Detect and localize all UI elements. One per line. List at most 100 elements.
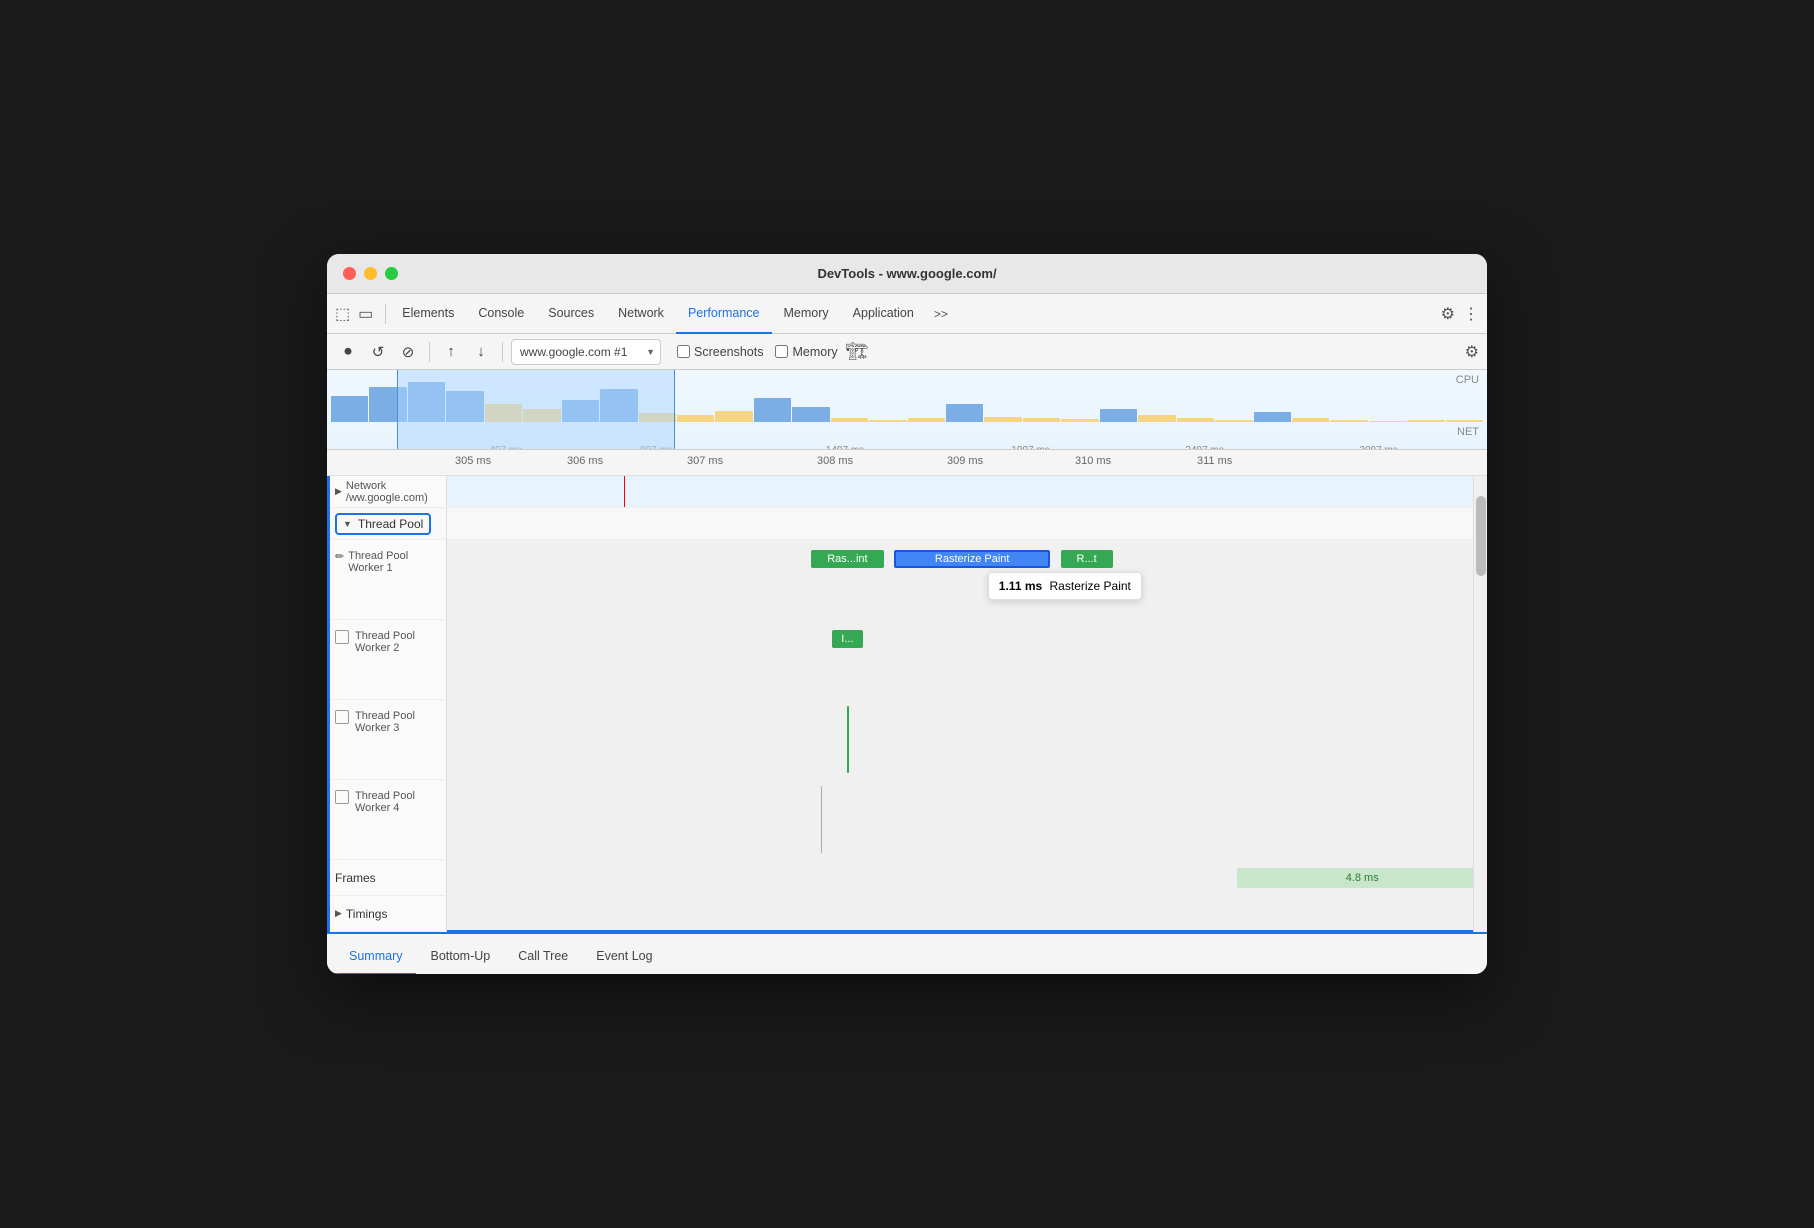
tab-event-log[interactable]: Event Log (582, 938, 666, 974)
worker2-label-cell: Thread Pool Worker 2 (327, 620, 447, 700)
frames-track[interactable]: 4.8 ms (447, 860, 1487, 896)
thread-pool-header-track[interactable] (447, 508, 1487, 540)
task-bar-rasterize-paint[interactable]: Rasterize Paint (894, 550, 1050, 568)
network-label-cell: ▶ Network /ww.google.com) (327, 476, 447, 508)
settings-icon[interactable]: ⚙ (1441, 304, 1455, 324)
worker1-row: ✏ Thread Pool Worker 1 Ras...int Rasteri… (327, 540, 1487, 620)
ruler-tick-310: 310 ms (1075, 455, 1111, 467)
traffic-lights (343, 267, 398, 280)
tab-gear-area: ⚙ ⋮ (1441, 304, 1479, 324)
thread-pool-header-box[interactable]: ▼ Thread Pool (335, 513, 431, 535)
ruler-tick-306: 306 ms (567, 455, 603, 467)
worker3-label-cell: Thread Pool Worker 3 (327, 700, 447, 780)
tab-network[interactable]: Network (606, 294, 676, 334)
pencil-icon[interactable]: ✏ (335, 550, 344, 563)
tooltip: 1.11 ms Rasterize Paint (988, 572, 1142, 600)
more-options-icon[interactable]: ⋮ (1463, 304, 1479, 324)
task-bar-ras-int[interactable]: Ras...int (811, 550, 884, 568)
devtools-window: DevTools - www.google.com/ ⬚ ▭ Elements … (327, 254, 1487, 974)
close-button[interactable] (343, 267, 356, 280)
worker4-row: Thread Pool Worker 4 (327, 780, 1487, 860)
frames-bar[interactable]: 4.8 ms (1237, 868, 1487, 888)
reload-button[interactable]: ↺ (365, 339, 391, 365)
toolbar-divider-2 (502, 342, 503, 362)
worker3-track[interactable] (447, 700, 1487, 780)
tab-performance[interactable]: Performance (676, 294, 772, 334)
scrollbar-thumb[interactable] (1476, 496, 1486, 576)
timings-label-cell: ▶ Timings (327, 896, 447, 932)
worker1-label: Thread Pool Worker 1 (348, 550, 438, 574)
timeline-overview[interactable]: 497 ms 997 ms 1497 ms 1997 ms 2497 ms 29… (327, 370, 1487, 450)
record-button[interactable]: ⏺ (335, 339, 361, 365)
tab-console[interactable]: Console (466, 294, 536, 334)
frames-label: Frames (335, 871, 376, 885)
tab-call-tree[interactable]: Call Tree (504, 938, 582, 974)
worker3-label: Thread Pool Worker 3 (355, 710, 438, 734)
memory-checkbox[interactable] (775, 345, 788, 358)
network-label: Network /ww.google.com) (346, 480, 438, 504)
url-select-wrapper: www.google.com #1 (511, 339, 661, 365)
minimize-button[interactable] (364, 267, 377, 280)
download-button[interactable]: ↓ (468, 339, 494, 365)
timings-row: ▶ Timings (327, 896, 1487, 932)
screenshots-checkbox-label[interactable]: Screenshots (677, 345, 763, 359)
ruler-tick-307: 307 ms (687, 455, 723, 467)
thread-pool-header-row: ▼ Thread Pool (327, 508, 1487, 540)
network-chevron-icon[interactable]: ▶ (335, 486, 342, 497)
task-dot-worker3 (847, 706, 849, 773)
screenshots-checkbox[interactable] (677, 345, 690, 358)
ruler-tick-308: 308 ms (817, 455, 853, 467)
task-bar-worker2[interactable]: I... (832, 630, 863, 648)
timings-track[interactable] (447, 896, 1487, 932)
thread-pool-label: Thread Pool (358, 517, 423, 531)
worker1-track[interactable]: Ras...int Rasterize Paint R...t 1.11 ms … (447, 540, 1487, 620)
worker2-track[interactable]: I... (447, 620, 1487, 700)
toolbar-divider-1 (429, 342, 430, 362)
thread-pool-chevron-icon[interactable]: ▼ (343, 519, 352, 529)
worker2-icon (335, 630, 349, 644)
clear-button[interactable]: ⊘ (395, 339, 421, 365)
tooltip-label: Rasterize Paint (1050, 579, 1131, 593)
maximize-button[interactable] (385, 267, 398, 280)
tab-summary[interactable]: Summary (335, 938, 416, 974)
tab-memory[interactable]: Memory (772, 294, 841, 334)
scrollbar[interactable] (1473, 476, 1487, 932)
capture-icon[interactable]: 🏗 (846, 341, 869, 362)
url-select[interactable]: www.google.com #1 (511, 339, 661, 365)
timings-label: Timings (346, 907, 388, 921)
timeline-ruler: 305 ms 306 ms 307 ms 308 ms 309 ms 310 m… (327, 450, 1487, 476)
worker4-track[interactable] (447, 780, 1487, 860)
timings-chevron-icon[interactable]: ▶ (335, 908, 342, 919)
memory-checkbox-label[interactable]: Memory (775, 345, 837, 359)
window-title: DevTools - www.google.com/ (817, 266, 996, 281)
worker1-label-cell: ✏ Thread Pool Worker 1 (327, 540, 447, 620)
tooltip-time: 1.11 ms (999, 579, 1042, 593)
inspect-icon[interactable]: ⬚ (335, 304, 350, 324)
tab-divider-1 (385, 304, 386, 324)
toolbar-settings-icon[interactable]: ⚙ (1465, 342, 1479, 362)
ruler-tick-311: 311 ms (1197, 455, 1232, 467)
cpu-label: CPU (1456, 374, 1479, 386)
tab-sources[interactable]: Sources (536, 294, 606, 334)
tab-more-button[interactable]: >> (926, 307, 956, 321)
tab-elements[interactable]: Elements (390, 294, 466, 334)
tab-bottom-up[interactable]: Bottom-Up (416, 938, 504, 974)
thread-pool-header-cell: ▼ Thread Pool (327, 508, 447, 540)
tab-application[interactable]: Application (841, 294, 926, 334)
overview-selection[interactable] (397, 370, 675, 449)
worker4-icon (335, 790, 349, 804)
frames-row: Frames 4.8 ms (327, 860, 1487, 896)
device-icon[interactable]: ▭ (358, 304, 373, 324)
net-label: NET (1457, 426, 1479, 438)
ruler-tick-309: 309 ms (947, 455, 983, 467)
ruler-tick-305: 305 ms (455, 455, 491, 467)
worker4-label: Thread Pool Worker 4 (355, 790, 438, 814)
network-track[interactable] (447, 476, 1487, 508)
upload-button[interactable]: ↑ (438, 339, 464, 365)
cursor-line (624, 476, 625, 507)
titlebar: DevTools - www.google.com/ (327, 254, 1487, 294)
bottom-tab-bar: Summary Bottom-Up Call Tree Event Log (327, 932, 1487, 974)
worker2-row: Thread Pool Worker 2 I... (327, 620, 1487, 700)
track-blue-vline (327, 476, 330, 932)
task-bar-rt[interactable]: R...t (1061, 550, 1113, 568)
